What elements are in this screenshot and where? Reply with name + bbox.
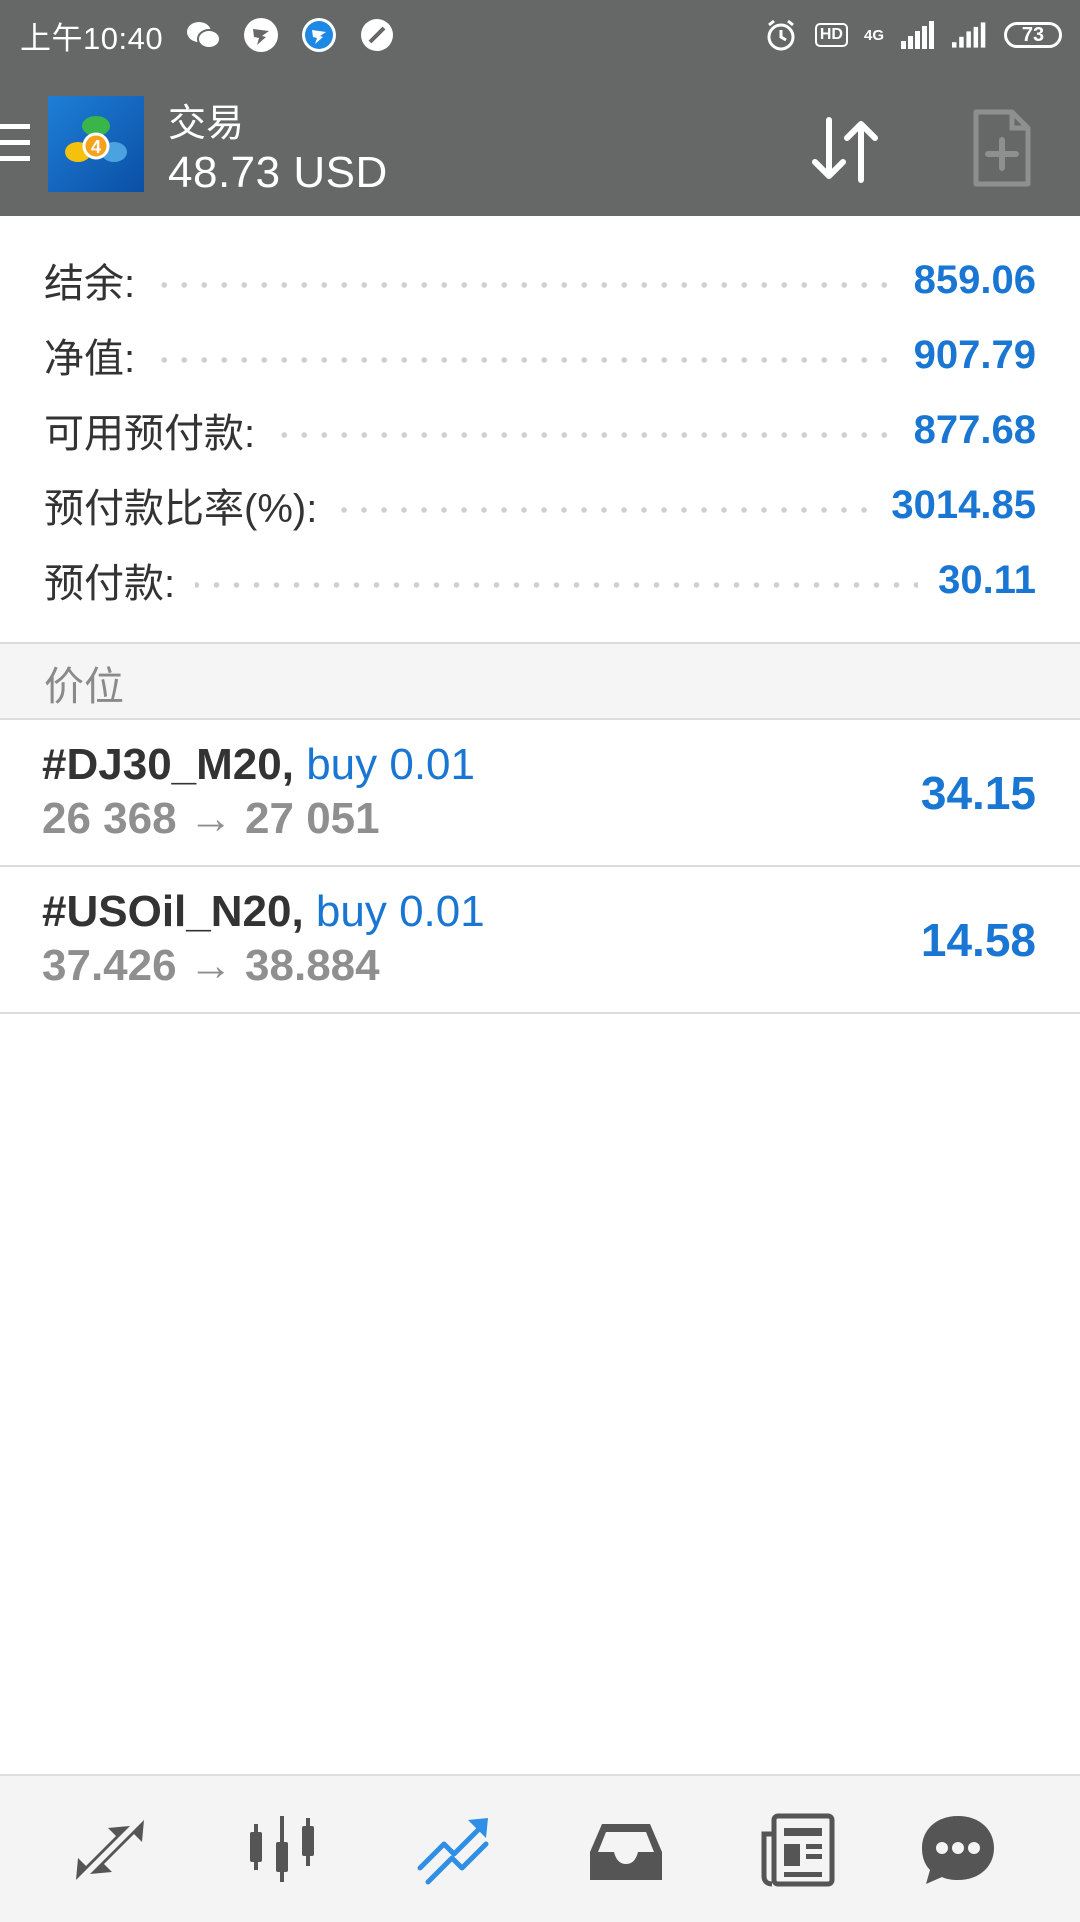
position-row[interactable]: #USOil_N20, buy 0.01 37.426 → 38.884 14.… <box>0 867 1080 1014</box>
menu-icon[interactable] <box>0 124 30 166</box>
position-profit: 14.58 <box>920 914 1036 966</box>
news-icon <box>761 1813 835 1887</box>
dotted-leader <box>155 357 894 363</box>
bottom-navigation <box>0 1774 1080 1922</box>
nav-news[interactable] <box>758 1810 838 1890</box>
balance-row: 结余: 859.06 <box>44 250 1036 310</box>
position-action: buy 0.01 <box>315 887 485 936</box>
battery-indicator: 73 <box>1004 22 1062 48</box>
alarm-icon <box>763 17 799 53</box>
position-prices: 26 368 → 27 051 <box>42 794 380 843</box>
status-bar: 上午10:40 HD 4G 73 <box>0 0 1080 70</box>
position-symbol: #USOil_N20, <box>42 887 304 936</box>
margin-value: 30.11 <box>938 557 1036 602</box>
signal-icon <box>900 17 936 53</box>
dotted-leader <box>195 582 919 588</box>
margin-level-row: 预付款比率(%): 3014.85 <box>44 475 1036 535</box>
balance-value: 859.06 <box>913 257 1036 302</box>
dotted-leader <box>337 507 872 513</box>
nav-chat[interactable] <box>918 1810 998 1890</box>
signal-icon-2 <box>952 17 988 53</box>
sort-arrows-icon <box>812 117 878 183</box>
position-row[interactable]: #DJ30_M20, buy 0.01 26 368 → 27 051 34.1… <box>0 720 1080 867</box>
equity-label: 净值: <box>44 337 136 381</box>
svg-text:4: 4 <box>91 137 101 157</box>
header-balance: 48.73 USD <box>168 148 388 197</box>
wechat-icon <box>185 17 222 53</box>
section-title: 价位 <box>44 665 124 709</box>
margin-level-label: 预付款比率(%): <box>44 487 318 531</box>
balance-label: 结余: <box>44 262 136 306</box>
margin-level-value: 3014.85 <box>891 482 1036 527</box>
nav-trade[interactable] <box>414 1810 494 1890</box>
blocked-icon <box>359 17 395 53</box>
positions-section-header: 价位 <box>0 644 1080 720</box>
free-margin-label: 可用预付款: <box>44 412 256 456</box>
position-symbol-line: #DJ30_M20, buy 0.01 <box>42 740 475 790</box>
new-order-button[interactable] <box>970 108 1034 188</box>
nav-chart[interactable] <box>242 1810 322 1890</box>
position-symbol: #DJ30_M20, <box>42 740 294 789</box>
app-bar: 4 交易 48.73 USD <box>0 70 1080 216</box>
trade-icon <box>417 1818 489 1885</box>
nav-quotes[interactable] <box>70 1810 150 1890</box>
new-document-icon <box>973 109 1031 187</box>
equity-row: 净值: 907.79 <box>44 325 1036 385</box>
margin-row: 预付款: 30.11 <box>44 550 1036 610</box>
dingtalk-blue-icon <box>301 17 337 53</box>
equity-value: 907.79 <box>913 332 1036 377</box>
hd-badge: HD <box>814 23 848 47</box>
position-profit: 34.15 <box>920 767 1036 819</box>
free-margin-value: 877.68 <box>913 407 1036 452</box>
quotes-arrows-icon <box>76 1820 144 1880</box>
nav-history[interactable] <box>586 1810 666 1890</box>
status-time: 上午10:40 <box>20 20 164 56</box>
chat-icon <box>922 1816 994 1884</box>
network-type-label: 4G <box>863 26 884 44</box>
dingtalk-icon <box>243 17 279 53</box>
history-inbox-icon <box>590 1824 662 1880</box>
chart-candles-icon <box>250 1816 314 1882</box>
free-margin-row: 可用预付款: 877.68 <box>44 400 1036 460</box>
position-prices: 37.426 → 38.884 <box>42 941 380 990</box>
metatrader-logo-icon: 4 <box>48 96 144 192</box>
sort-button[interactable] <box>805 110 885 190</box>
page-title: 交易 <box>168 103 245 145</box>
dotted-leader <box>155 282 894 288</box>
dotted-leader <box>275 432 894 438</box>
account-summary: 结余: 859.06 净值: 907.79 可用预付款: 877.68 预付款比… <box>0 216 1080 642</box>
margin-label: 预付款: <box>44 562 176 606</box>
position-action: buy 0.01 <box>306 740 475 789</box>
position-symbol-line: #USOil_N20, buy 0.01 <box>42 887 485 937</box>
